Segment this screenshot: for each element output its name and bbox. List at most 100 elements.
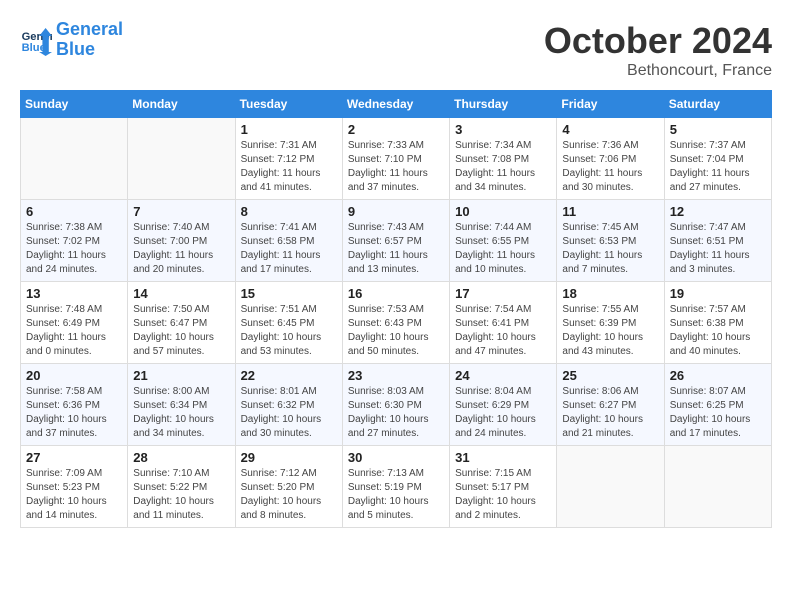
day-cell-8: 8Sunrise: 7:41 AM Sunset: 6:58 PM Daylig… — [235, 200, 342, 282]
day-info: Sunrise: 7:54 AM Sunset: 6:41 PM Dayligh… — [455, 303, 551, 359]
month-title: October 2024 — [544, 20, 772, 62]
day-info: Sunrise: 7:34 AM Sunset: 7:08 PM Dayligh… — [455, 139, 551, 195]
day-number: 5 — [670, 122, 766, 137]
empty-cell — [128, 118, 235, 200]
week-row-4: 20Sunrise: 7:58 AM Sunset: 6:36 PM Dayli… — [21, 364, 772, 446]
day-number: 2 — [348, 122, 444, 137]
day-info: Sunrise: 8:04 AM Sunset: 6:29 PM Dayligh… — [455, 385, 551, 441]
day-cell-22: 22Sunrise: 8:01 AM Sunset: 6:32 PM Dayli… — [235, 364, 342, 446]
day-info: Sunrise: 7:31 AM Sunset: 7:12 PM Dayligh… — [241, 139, 337, 195]
day-number: 31 — [455, 450, 551, 465]
weekday-header-thursday: Thursday — [450, 91, 557, 118]
day-info: Sunrise: 7:57 AM Sunset: 6:38 PM Dayligh… — [670, 303, 766, 359]
week-row-1: 1Sunrise: 7:31 AM Sunset: 7:12 PM Daylig… — [21, 118, 772, 200]
day-cell-24: 24 Sunrise: 8:04 AM Sunset: 6:29 PM Dayli… — [450, 364, 557, 446]
day-info: Sunrise: 7:09 AM Sunset: 5:23 PM Dayligh… — [26, 467, 122, 523]
day-number: 10 — [455, 204, 551, 219]
day-cell-4: 4 Sunrise: 7:36 AM Sunset: 7:06 PM Daylig… — [557, 118, 664, 200]
day-cell-27: 27 Sunrise: 7:09 AM Sunset: 5:23 PM Dayli… — [21, 446, 128, 528]
day-info: Sunrise: 7:45 AM Sunset: 6:53 PM Dayligh… — [562, 221, 658, 277]
empty-cell — [557, 446, 664, 528]
day-cell-1: 1Sunrise: 7:31 AM Sunset: 7:12 PM Daylig… — [235, 118, 342, 200]
day-cell-7: 7 Sunrise: 7:40 AM Sunset: 7:00 PM Daylig… — [128, 200, 235, 282]
day-number: 14 — [133, 286, 229, 301]
day-number: 13 — [26, 286, 122, 301]
day-cell-29: 29Sunrise: 7:12 AM Sunset: 5:20 PM Dayli… — [235, 446, 342, 528]
day-info: Sunrise: 7:13 AM Sunset: 5:19 PM Dayligh… — [348, 467, 444, 523]
day-number: 11 — [562, 204, 658, 219]
empty-cell — [21, 118, 128, 200]
day-info: Sunrise: 7:10 AM Sunset: 5:22 PM Dayligh… — [133, 467, 229, 523]
day-cell-5: 5Sunrise: 7:37 AM Sunset: 7:04 PM Daylig… — [664, 118, 771, 200]
day-info: Sunrise: 8:00 AM Sunset: 6:34 PM Dayligh… — [133, 385, 229, 441]
day-info: Sunrise: 7:53 AM Sunset: 6:43 PM Dayligh… — [348, 303, 444, 359]
day-number: 25 — [562, 368, 658, 383]
location-subtitle: Bethoncourt, France — [544, 62, 772, 80]
day-number: 22 — [241, 368, 337, 383]
empty-cell — [664, 446, 771, 528]
day-cell-20: 20Sunrise: 7:58 AM Sunset: 6:36 PM Dayli… — [21, 364, 128, 446]
day-cell-6: 6Sunrise: 7:38 AM Sunset: 7:02 PM Daylig… — [21, 200, 128, 282]
day-cell-3: 3 Sunrise: 7:34 AM Sunset: 7:08 PM Daylig… — [450, 118, 557, 200]
day-number: 24 — [455, 368, 551, 383]
day-info: Sunrise: 7:15 AM Sunset: 5:17 PM Dayligh… — [455, 467, 551, 523]
day-cell-19: 19Sunrise: 7:57 AM Sunset: 6:38 PM Dayli… — [664, 282, 771, 364]
day-cell-31: 31 Sunrise: 7:15 AM Sunset: 5:17 PM Dayli… — [450, 446, 557, 528]
day-number: 3 — [455, 122, 551, 137]
day-info: Sunrise: 7:36 AM Sunset: 7:06 PM Dayligh… — [562, 139, 658, 195]
day-number: 6 — [26, 204, 122, 219]
day-cell-23: 23Sunrise: 8:03 AM Sunset: 6:30 PM Dayli… — [342, 364, 449, 446]
day-number: 17 — [455, 286, 551, 301]
logo: General Blue GeneralBlue — [20, 20, 123, 60]
day-info: Sunrise: 7:48 AM Sunset: 6:49 PM Dayligh… — [26, 303, 122, 359]
week-row-2: 6Sunrise: 7:38 AM Sunset: 7:02 PM Daylig… — [21, 200, 772, 282]
day-cell-9: 9 Sunrise: 7:43 AM Sunset: 6:57 PM Daylig… — [342, 200, 449, 282]
weekday-header-friday: Friday — [557, 91, 664, 118]
day-number: 28 — [133, 450, 229, 465]
weekday-header-row: SundayMondayTuesdayWednesdayThursdayFrid… — [21, 91, 772, 118]
day-cell-28: 28 Sunrise: 7:10 AM Sunset: 5:22 PM Dayli… — [128, 446, 235, 528]
day-number: 27 — [26, 450, 122, 465]
day-number: 20 — [26, 368, 122, 383]
day-info: Sunrise: 7:47 AM Sunset: 6:51 PM Dayligh… — [670, 221, 766, 277]
day-cell-11: 11 Sunrise: 7:45 AM Sunset: 6:53 PM Dayli… — [557, 200, 664, 282]
day-info: Sunrise: 8:07 AM Sunset: 6:25 PM Dayligh… — [670, 385, 766, 441]
day-info: Sunrise: 7:43 AM Sunset: 6:57 PM Dayligh… — [348, 221, 444, 277]
day-cell-18: 18 Sunrise: 7:55 AM Sunset: 6:39 PM Dayli… — [557, 282, 664, 364]
day-info: Sunrise: 8:03 AM Sunset: 6:30 PM Dayligh… — [348, 385, 444, 441]
day-cell-14: 14 Sunrise: 7:50 AM Sunset: 6:47 PM Dayli… — [128, 282, 235, 364]
day-cell-25: 25 Sunrise: 8:06 AM Sunset: 6:27 PM Dayli… — [557, 364, 664, 446]
header: General Blue GeneralBlue October 2024 Be… — [20, 20, 772, 80]
week-row-5: 27 Sunrise: 7:09 AM Sunset: 5:23 PM Dayli… — [21, 446, 772, 528]
weekday-header-tuesday: Tuesday — [235, 91, 342, 118]
day-info: Sunrise: 7:40 AM Sunset: 7:00 PM Dayligh… — [133, 221, 229, 277]
day-number: 16 — [348, 286, 444, 301]
day-number: 18 — [562, 286, 658, 301]
weekday-header-sunday: Sunday — [21, 91, 128, 118]
day-number: 9 — [348, 204, 444, 219]
week-row-3: 13 Sunrise: 7:48 AM Sunset: 6:49 PM Dayli… — [21, 282, 772, 364]
weekday-header-wednesday: Wednesday — [342, 91, 449, 118]
day-cell-26: 26 Sunrise: 8:07 AM Sunset: 6:25 PM Dayli… — [664, 364, 771, 446]
day-number: 30 — [348, 450, 444, 465]
day-cell-21: 21 Sunrise: 8:00 AM Sunset: 6:34 PM Dayli… — [128, 364, 235, 446]
day-info: Sunrise: 8:06 AM Sunset: 6:27 PM Dayligh… — [562, 385, 658, 441]
title-area: October 2024 Bethoncourt, France — [544, 20, 772, 80]
day-number: 4 — [562, 122, 658, 137]
day-info: Sunrise: 7:55 AM Sunset: 6:39 PM Dayligh… — [562, 303, 658, 359]
weekday-header-monday: Monday — [128, 91, 235, 118]
day-info: Sunrise: 7:51 AM Sunset: 6:45 PM Dayligh… — [241, 303, 337, 359]
day-cell-10: 10Sunrise: 7:44 AM Sunset: 6:55 PM Dayli… — [450, 200, 557, 282]
day-cell-13: 13 Sunrise: 7:48 AM Sunset: 6:49 PM Dayli… — [21, 282, 128, 364]
day-number: 26 — [670, 368, 766, 383]
day-number: 7 — [133, 204, 229, 219]
day-number: 21 — [133, 368, 229, 383]
day-number: 15 — [241, 286, 337, 301]
calendar-table: SundayMondayTuesdayWednesdayThursdayFrid… — [20, 90, 772, 528]
day-cell-17: 17 Sunrise: 7:54 AM Sunset: 6:41 PM Dayli… — [450, 282, 557, 364]
day-info: Sunrise: 7:50 AM Sunset: 6:47 PM Dayligh… — [133, 303, 229, 359]
day-number: 12 — [670, 204, 766, 219]
logo-text: GeneralBlue — [56, 20, 123, 60]
day-info: Sunrise: 7:41 AM Sunset: 6:58 PM Dayligh… — [241, 221, 337, 277]
day-info: Sunrise: 7:12 AM Sunset: 5:20 PM Dayligh… — [241, 467, 337, 523]
